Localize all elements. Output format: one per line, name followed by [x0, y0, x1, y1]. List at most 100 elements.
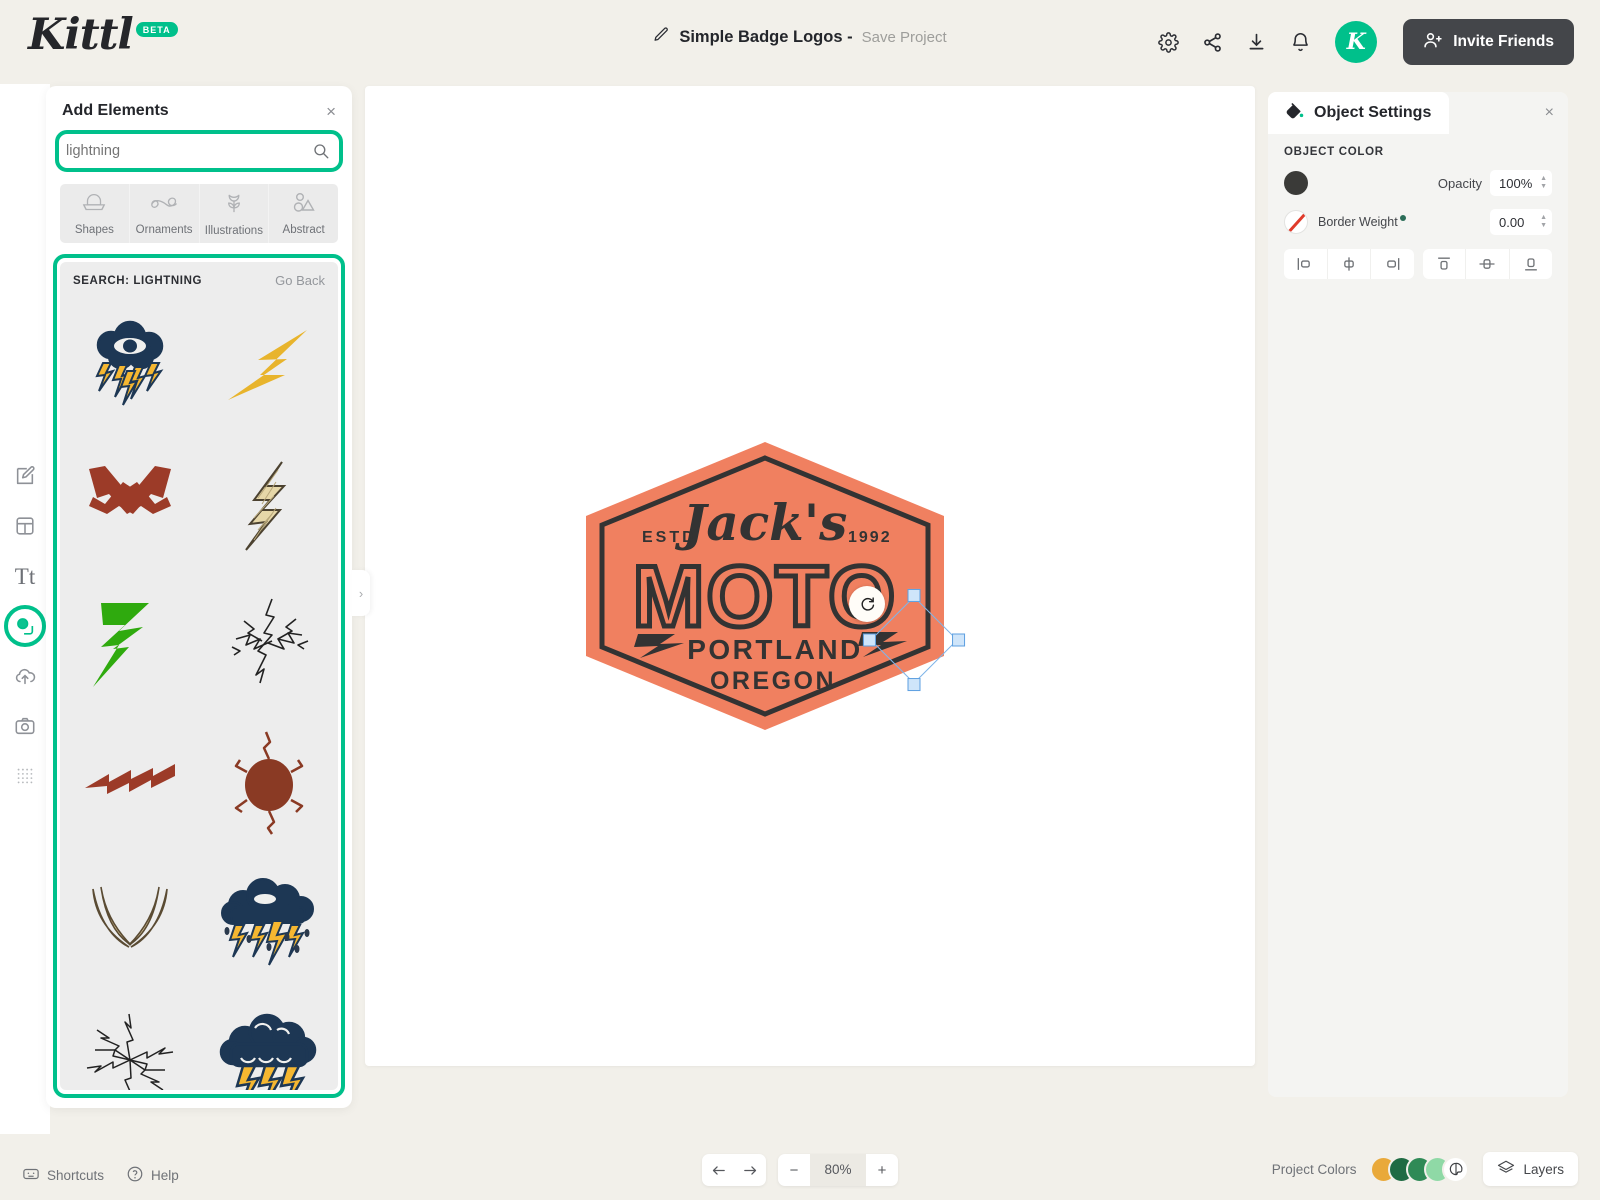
share-icon[interactable] — [1199, 29, 1225, 55]
redo-arrow-icon[interactable] — [734, 1154, 766, 1186]
border-weight-row: Border Weight 0.00 ▲ ▼ — [1284, 209, 1552, 235]
search-input-wrapper[interactable] — [62, 137, 336, 165]
object-color-swatch[interactable] — [1284, 171, 1308, 195]
align-left-button[interactable] — [1284, 249, 1328, 279]
save-project-button[interactable]: Save Project — [862, 29, 947, 46]
photos-tool[interactable] — [8, 709, 42, 743]
object-color-row: Opacity 100% ▲ ▼ — [1284, 170, 1552, 196]
search-icon[interactable] — [312, 142, 336, 160]
object-settings-panel: Object Settings × OBJECT COLOR Opacity 1… — [1268, 92, 1568, 1097]
object-settings-body: OBJECT COLOR Opacity 100% ▲ ▼ Border Weig… — [1268, 134, 1568, 279]
zoom-in-button[interactable]: + — [866, 1154, 898, 1186]
category-tab-shapes[interactable]: Shapes — [60, 184, 130, 243]
close-icon[interactable]: × — [326, 103, 336, 120]
design-canvas[interactable]: Jack's ESTD 1992 MOTO PORTLAND OREGON — [365, 86, 1255, 1066]
selection-handle[interactable] — [907, 678, 921, 692]
palette-icon[interactable] — [1442, 1155, 1470, 1183]
close-icon[interactable]: × — [1545, 104, 1554, 122]
category-label: Abstract — [282, 224, 325, 236]
opacity-stepper[interactable]: ▲ ▼ — [1540, 175, 1547, 190]
flourish-icon — [149, 192, 179, 219]
border-color-swatch[interactable] — [1284, 210, 1308, 234]
tulip-icon — [223, 192, 245, 220]
object-color-section-label: OBJECT COLOR — [1284, 146, 1384, 158]
badge-year: 1992 — [848, 529, 892, 546]
go-back-button[interactable]: Go Back — [275, 273, 325, 288]
yellow-bolt-element[interactable] — [199, 296, 338, 435]
border-weight-stepper[interactable]: ▲ ▼ — [1540, 214, 1547, 229]
results-header: SEARCH: LIGHTNING Go Back — [60, 262, 338, 296]
slider-knob[interactable] — [1399, 214, 1406, 221]
cloud-eye-lightning-element[interactable] — [60, 296, 199, 435]
add-elements-panel: Add Elements × Shapes Ornaments — [46, 86, 352, 1108]
category-tab-abstract[interactable]: Abstract — [269, 184, 338, 243]
badge-artwork[interactable]: Jack's ESTD 1992 MOTO PORTLAND OREGON — [580, 436, 950, 736]
storm-cloud-rain-element[interactable] — [199, 852, 338, 991]
border-weight-value: 0.00 — [1499, 214, 1525, 230]
layers-button[interactable]: Layers — [1483, 1152, 1578, 1186]
category-tab-ornaments[interactable]: Ornaments — [130, 184, 200, 243]
left-toolbar: Tt — [0, 84, 50, 1134]
border-weight-field[interactable]: 0.00 ▲ ▼ — [1490, 209, 1552, 235]
page-title[interactable]: Simple Badge Logos - — [679, 28, 852, 47]
undo-arrow-icon[interactable] — [702, 1154, 734, 1186]
rotate-handle-icon[interactable] — [849, 586, 885, 622]
avatar[interactable]: K — [1335, 21, 1378, 63]
notifications-bell-icon[interactable] — [1287, 29, 1313, 55]
badge-estd: ESTD — [642, 529, 697, 546]
category-tabs: Shapes Ornaments Illustrations Abstract — [60, 184, 338, 243]
header-actions: K Invite Friends — [1155, 19, 1574, 65]
crossed-bolts-element[interactable] — [60, 435, 199, 574]
panel-collapse-toggle[interactable]: › — [352, 570, 370, 616]
templates-tool[interactable] — [8, 509, 42, 543]
align-top-button[interactable] — [1423, 249, 1466, 279]
paint-bucket-icon — [1284, 100, 1305, 126]
align-right-button[interactable] — [1371, 249, 1414, 279]
align-bottom-button[interactable] — [1510, 249, 1553, 279]
sketch-lightning-element[interactable] — [199, 574, 338, 713]
uploads-tool[interactable] — [8, 659, 42, 693]
panel-title: Add Elements — [62, 102, 169, 119]
opacity-field[interactable]: 100% ▲ ▼ — [1490, 170, 1552, 196]
badge-city: PORTLAND — [687, 634, 863, 665]
align-center-horizontal-button[interactable] — [1328, 249, 1371, 279]
project-colors-swatches[interactable] — [1370, 1155, 1470, 1183]
small-red-bolt-element[interactable] — [60, 713, 199, 852]
zoom-level-value[interactable]: 80% — [810, 1154, 866, 1186]
opacity-label: Opacity — [1437, 175, 1482, 191]
green-bolt-element[interactable] — [60, 574, 199, 713]
active-tool-ring — [4, 605, 46, 647]
object-settings-title: Object Settings — [1314, 104, 1432, 121]
opacity-value: 100% — [1499, 175, 1533, 191]
hatched-bolt-element[interactable] — [199, 435, 338, 574]
radial-lightning-element[interactable] — [60, 991, 199, 1090]
horizontal-align-group — [1284, 249, 1414, 279]
zoom-out-button[interactable]: − — [778, 1154, 810, 1186]
invite-friends-label: Invite Friends — [1453, 33, 1554, 50]
search-input[interactable] — [62, 143, 312, 159]
design-edit-tool[interactable] — [8, 459, 42, 493]
search-results-title: SEARCH: LIGHTNING — [73, 274, 203, 287]
elements-tool[interactable] — [4, 605, 46, 647]
curved-bolt-pair-element[interactable] — [60, 852, 199, 991]
text-tool[interactable]: Tt — [8, 559, 42, 593]
app-header: Kittl BETA Simple Badge Logos - Save Pro… — [0, 0, 1600, 84]
download-icon[interactable] — [1243, 29, 1269, 55]
invite-friends-button[interactable]: Invite Friends — [1403, 19, 1574, 65]
history-controls — [702, 1154, 766, 1186]
object-settings-tab[interactable]: Object Settings — [1268, 92, 1450, 134]
selection-handle[interactable] — [907, 588, 921, 602]
layers-icon — [1497, 1159, 1515, 1180]
cracked-blob-element[interactable] — [199, 713, 338, 852]
storm-cloud-bolts-element[interactable] — [199, 991, 338, 1090]
mockups-tool[interactable] — [8, 759, 42, 793]
align-middle-vertical-button[interactable] — [1466, 249, 1510, 279]
category-tab-illustrations[interactable]: Illustrations — [200, 184, 270, 243]
edit-pencil-icon[interactable] — [653, 26, 670, 48]
selection-handle[interactable] — [862, 633, 876, 647]
abstract-circles-icon — [292, 192, 316, 219]
settings-gear-icon[interactable] — [1155, 29, 1181, 55]
selection-handle[interactable] — [952, 633, 966, 647]
project-colors-label: Project Colors — [1271, 1161, 1357, 1177]
border-weight-slider-wrap: Border Weight — [1318, 213, 1480, 231]
